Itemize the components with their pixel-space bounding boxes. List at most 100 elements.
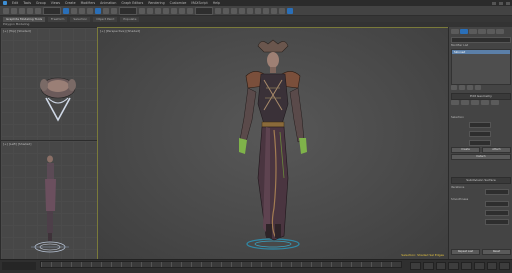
viewport-left[interactable]: [+] [Left] [Shaded] (0, 140, 98, 261)
unlink-icon[interactable] (27, 7, 33, 14)
crease-field[interactable] (469, 140, 491, 146)
border-mode-icon[interactable] (471, 100, 479, 105)
element-mode-icon[interactable] (491, 100, 499, 105)
menu-item-edit[interactable]: Edit (12, 1, 18, 5)
detach-button[interactable]: Detach (451, 154, 511, 160)
minimize-icon[interactable] (492, 1, 496, 5)
repeat-last-button[interactable]: Repeat Last (451, 249, 480, 255)
undo-icon[interactable] (3, 7, 9, 14)
polygon-mode-icon[interactable] (481, 100, 489, 105)
bind-space-warp-icon[interactable] (35, 7, 41, 14)
hierarchy-tab-icon[interactable] (469, 29, 477, 34)
viewport-perspective[interactable]: [+] [Perspective] [Shaded] Selection: Sh… (97, 27, 449, 261)
iterations-spinner[interactable] (485, 189, 509, 195)
go-to-start-icon[interactable] (410, 262, 421, 270)
material-editor-icon[interactable] (263, 7, 269, 14)
tab-graphite-modeling-tools[interactable]: Graphite Modeling Tools (3, 16, 46, 22)
select-by-name-icon[interactable] (71, 7, 77, 14)
viewport-top[interactable]: [+] [Top] [Shaded] (0, 27, 98, 142)
menu-item-animation[interactable]: Animation (100, 1, 116, 5)
smoothness-spinner[interactable] (485, 201, 509, 207)
pivot-center-icon[interactable] (139, 7, 145, 14)
remove-modifier-icon[interactable] (475, 85, 481, 90)
mirror-icon[interactable] (215, 7, 221, 14)
play-icon[interactable] (435, 262, 447, 270)
zoom-extents-icon[interactable] (473, 262, 485, 270)
schematic-view-icon[interactable] (255, 7, 261, 14)
percent-snap-icon[interactable] (179, 7, 185, 14)
menu-item-group[interactable]: Group (36, 1, 46, 5)
render-iterations-spinner[interactable] (485, 210, 509, 216)
tab-object-paint[interactable]: Object Paint (93, 16, 118, 22)
menu-item-maxscript[interactable]: MAXScript (191, 1, 207, 5)
select-rotate-icon[interactable] (103, 7, 109, 14)
select-scale-icon[interactable] (111, 7, 117, 14)
maxscript-listener[interactable] (2, 262, 36, 270)
create-button[interactable]: Create (451, 147, 480, 153)
rendered-frame-window-icon[interactable] (279, 7, 285, 14)
menu-item-create[interactable]: Create (65, 1, 76, 5)
modifier-list-dropdown[interactable]: Modifier List (451, 43, 511, 47)
reset-button[interactable]: Reset (482, 249, 511, 255)
rollout-subdivision-surface[interactable]: Subdivision Surface (451, 177, 511, 184)
attach-button[interactable]: Attach (482, 147, 511, 153)
menu-item-tools[interactable]: Tools (23, 1, 31, 5)
render-setup-icon[interactable] (271, 7, 277, 14)
select-object-icon[interactable] (63, 7, 69, 14)
show-end-result-icon[interactable] (459, 85, 465, 90)
weight-field[interactable] (469, 131, 491, 137)
tab-freeform[interactable]: Freeform (48, 16, 68, 22)
timeline-slider[interactable] (40, 261, 402, 268)
angle-snap-icon[interactable] (171, 7, 177, 14)
keyboard-shortcut-override-icon[interactable] (155, 7, 161, 14)
orbit-icon[interactable] (499, 262, 510, 270)
render-smoothness-spinner[interactable] (485, 219, 509, 225)
snaps-toggle-icon[interactable] (163, 7, 169, 14)
motion-tab-icon[interactable] (478, 29, 486, 34)
make-unique-icon[interactable] (467, 85, 473, 90)
menu-item-help[interactable]: Help (213, 1, 220, 5)
create-tab-icon[interactable] (451, 29, 459, 34)
menu-item-graph-editors[interactable]: Graph Editors (121, 1, 143, 5)
named-selection-sets-dropdown[interactable] (195, 6, 213, 15)
vertex-mode-icon[interactable] (451, 100, 459, 105)
rollout-edit-geometry[interactable]: Edit Geometry (451, 93, 511, 100)
maximize-icon[interactable] (499, 1, 503, 5)
link-icon[interactable] (19, 7, 25, 14)
tab-selection[interactable]: Selection (70, 16, 91, 22)
next-frame-icon[interactable] (448, 262, 459, 270)
app-logo-icon[interactable] (3, 1, 7, 5)
menu-item-customize[interactable]: Customize (170, 1, 187, 5)
timeline-tick (341, 262, 342, 267)
align-icon[interactable] (223, 7, 229, 14)
graphite-toggle-icon[interactable] (239, 7, 245, 14)
stack-item-skinned[interactable]: Skinned (452, 50, 510, 54)
close-icon[interactable] (506, 1, 510, 5)
menu-item-modifiers[interactable]: Modifiers (81, 1, 96, 5)
modifier-stack[interactable]: Skinned (451, 49, 511, 85)
render-production-icon[interactable] (287, 7, 293, 14)
select-manipulate-icon[interactable] (147, 7, 153, 14)
curve-editor-icon[interactable] (247, 7, 253, 14)
pin-stack-icon[interactable] (451, 85, 457, 90)
spinner-snap-icon[interactable] (187, 7, 193, 14)
utilities-tab-icon[interactable] (496, 29, 504, 34)
modify-tab-icon[interactable] (460, 29, 468, 34)
timeline-tick (121, 262, 122, 267)
reference-coordinate-dropdown[interactable] (119, 6, 137, 15)
window-crossing-icon[interactable] (87, 7, 93, 14)
layer-manager-icon[interactable] (231, 7, 237, 14)
edge-mode-icon[interactable] (461, 100, 469, 105)
previous-frame-icon[interactable] (422, 262, 434, 270)
selection-filter-dropdown[interactable] (43, 6, 61, 15)
rectangle-selection-icon[interactable] (79, 7, 85, 14)
redo-icon[interactable] (11, 7, 17, 14)
menu-item-rendering[interactable]: Rendering (148, 1, 164, 5)
select-move-icon[interactable] (95, 7, 101, 14)
pan-view-icon[interactable] (486, 262, 498, 270)
display-tab-icon[interactable] (487, 29, 495, 34)
threshold-field[interactable] (469, 122, 491, 128)
tab-populate[interactable]: Populate (120, 16, 140, 22)
go-to-end-icon[interactable] (461, 262, 472, 270)
menu-item-views[interactable]: Views (51, 1, 60, 5)
